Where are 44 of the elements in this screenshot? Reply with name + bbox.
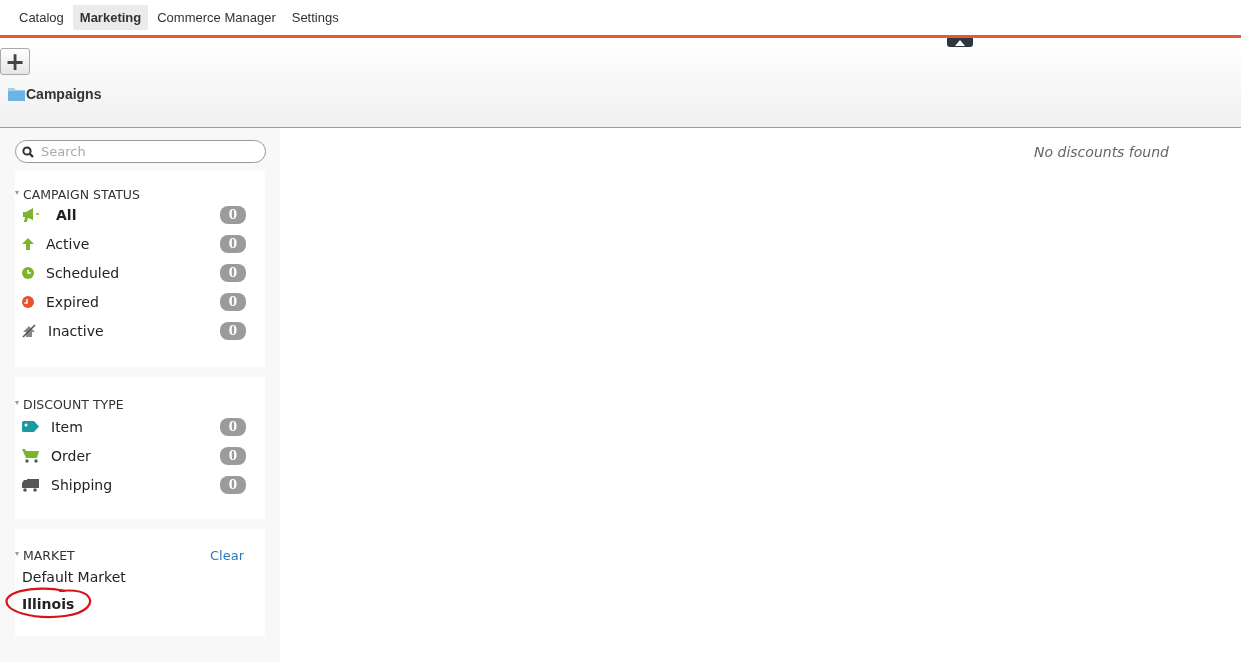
market-link[interactable]: Default Market [22, 568, 126, 585]
nav-tab[interactable]: Marketing [72, 5, 149, 30]
search-field[interactable]: Search [15, 140, 266, 163]
crossed-arrow-icon [22, 323, 36, 338]
nav-tab[interactable]: Settings [284, 5, 346, 30]
cart-icon [22, 448, 39, 463]
count-badge: 0 [220, 475, 246, 494]
count-badge: 0 [220, 234, 246, 253]
count-badge: 0 [220, 321, 246, 340]
section-heading: DISCOUNT TYPE [23, 396, 124, 412]
count-badge: 0 [220, 292, 246, 311]
truck-icon [22, 477, 39, 492]
filter-link[interactable]: Expired [46, 293, 220, 310]
collapse-icon[interactable] [15, 551, 19, 556]
filter-link[interactable]: Item [51, 418, 220, 435]
clock-icon [22, 266, 34, 279]
filter-link[interactable]: Shipping [51, 476, 220, 493]
empty-message: No discounts found [1034, 144, 1169, 160]
nav-tab[interactable]: Catalog [12, 5, 71, 30]
count-badge: 0 [220, 446, 246, 465]
count-badge: 0 [220, 205, 246, 224]
filter-link[interactable]: Order [51, 447, 220, 464]
up-arrow-icon [22, 237, 34, 250]
collapse-icon[interactable] [15, 190, 19, 195]
clock-icon [22, 295, 34, 308]
market-link[interactable]: Illinois [22, 595, 75, 612]
folder-icon [8, 87, 25, 101]
nav-tab[interactable]: Commerce Manager [150, 5, 283, 30]
collapse-button[interactable] [947, 38, 973, 47]
add-button[interactable]: + [0, 48, 30, 75]
page-title: Campaigns [26, 86, 102, 102]
section-heading: CAMPAIGN STATUS [23, 186, 140, 202]
filter-link[interactable]: Active [46, 235, 220, 252]
tag-icon [22, 421, 39, 432]
count-badge: 0 [220, 263, 246, 282]
count-badge: 0 [220, 417, 246, 436]
section-heading: MARKET [23, 547, 75, 563]
filter-link[interactable]: All [52, 206, 220, 223]
filter-link[interactable]: Scheduled [46, 264, 220, 281]
clear-link[interactable]: Clear [210, 547, 244, 563]
search-icon [22, 146, 34, 158]
megaphone-icon [22, 207, 40, 222]
collapse-icon[interactable] [15, 400, 19, 405]
filter-link[interactable]: Inactive [48, 322, 220, 339]
